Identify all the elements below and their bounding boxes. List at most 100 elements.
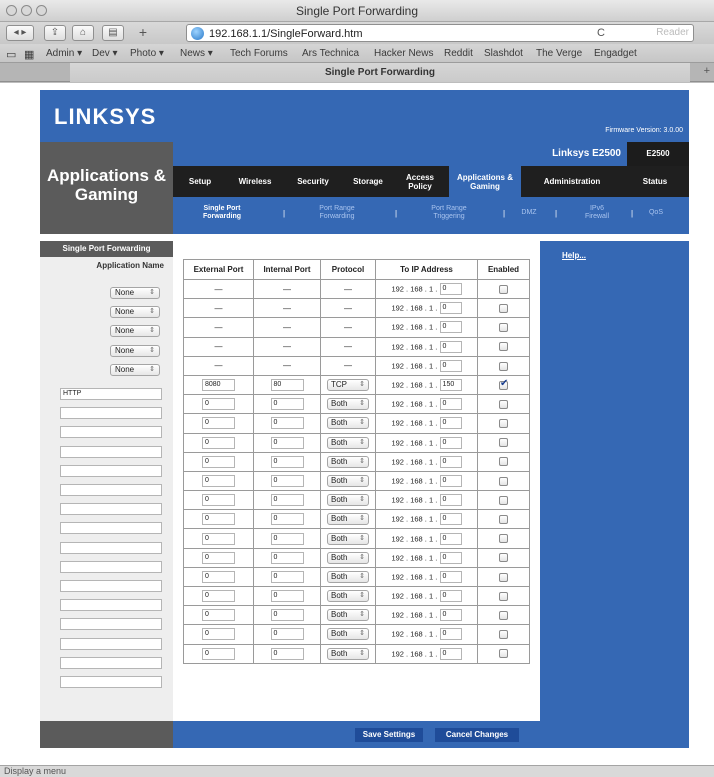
internal-port-input[interactable]: 0 bbox=[270, 532, 304, 545]
app-name-field[interactable]: HTTP bbox=[60, 388, 162, 400]
app-select[interactable]: None ⇕ bbox=[110, 325, 160, 337]
bookmark-the-verge[interactable]: The Verge bbox=[536, 48, 582, 59]
share-icon[interactable]: ⇪ bbox=[44, 25, 66, 41]
app-name-field[interactable] bbox=[60, 446, 162, 458]
bookmark-photo[interactable]: Photo ▾ bbox=[130, 48, 164, 59]
new-tab-button[interactable]: + bbox=[704, 65, 710, 77]
subtab-port-range-forwarding[interactable]: Port Range Forwarding bbox=[307, 205, 367, 221]
subtab-port-range-triggering[interactable]: Port Range Triggering bbox=[419, 205, 479, 221]
enabled-checkbox[interactable] bbox=[499, 553, 508, 563]
app-select[interactable]: None ⇕ bbox=[110, 306, 160, 318]
tab-wireless[interactable]: Wireless bbox=[229, 166, 281, 197]
internal-port-input[interactable]: 80 bbox=[270, 379, 304, 392]
reload-icon[interactable]: C bbox=[597, 27, 605, 39]
ip-last-octet[interactable]: 0 bbox=[439, 283, 462, 296]
ip-last-octet[interactable]: 0 bbox=[439, 398, 462, 411]
external-port-input[interactable]: 0 bbox=[202, 398, 235, 411]
ip-last-octet[interactable]: 0 bbox=[439, 474, 462, 487]
enabled-checkbox[interactable] bbox=[499, 438, 508, 448]
internal-port-input[interactable]: 0 bbox=[270, 551, 304, 564]
internal-port-input[interactable]: 0 bbox=[270, 494, 304, 507]
enabled-checkbox[interactable] bbox=[499, 476, 508, 486]
save-settings-button[interactable]: Save Settings bbox=[355, 728, 423, 742]
reader-button[interactable]: Reader bbox=[656, 27, 689, 38]
tab-applications-gaming[interactable]: Applications & Gaming bbox=[449, 166, 521, 197]
app-name-field[interactable] bbox=[60, 503, 162, 515]
app-name-field[interactable] bbox=[60, 638, 162, 650]
external-port-input[interactable]: 8080 bbox=[202, 379, 235, 392]
tab-access-policy[interactable]: Access Policy bbox=[397, 166, 443, 197]
app-select[interactable]: None ⇕ bbox=[110, 287, 160, 299]
protocol-select[interactable]: Both ⇕ bbox=[327, 570, 369, 583]
external-port-input[interactable]: 0 bbox=[202, 494, 235, 507]
bookmark-dev[interactable]: Dev ▾ bbox=[92, 48, 118, 59]
app-name-field[interactable] bbox=[60, 561, 162, 573]
tab-setup[interactable]: Setup bbox=[177, 166, 223, 197]
internal-port-input[interactable]: 0 bbox=[270, 628, 304, 641]
tab-status[interactable]: Status bbox=[625, 166, 685, 197]
app-name-field[interactable] bbox=[60, 599, 162, 611]
subtab-dmz[interactable]: DMZ bbox=[517, 209, 541, 217]
app-name-field[interactable] bbox=[60, 676, 162, 688]
protocol-select[interactable]: Both ⇕ bbox=[327, 513, 369, 526]
protocol-select[interactable]: Both ⇕ bbox=[327, 474, 369, 487]
protocol-select[interactable]: Both ⇕ bbox=[327, 551, 369, 564]
enabled-checkbox[interactable] bbox=[499, 419, 508, 429]
history-icon[interactable]: ▤ bbox=[102, 25, 124, 41]
protocol-select[interactable]: Both ⇕ bbox=[327, 628, 369, 641]
top-sites-icon[interactable]: ▦ bbox=[24, 48, 34, 61]
bookmark-tech-forums[interactable]: Tech Forums bbox=[230, 48, 288, 59]
ip-last-octet[interactable]: 0 bbox=[439, 628, 462, 641]
ip-last-octet[interactable]: 0 bbox=[439, 513, 462, 526]
external-port-input[interactable]: 0 bbox=[202, 609, 235, 622]
ip-last-octet[interactable]: 0 bbox=[439, 455, 462, 468]
app-name-field[interactable] bbox=[60, 426, 162, 438]
app-name-field[interactable] bbox=[60, 657, 162, 669]
protocol-select[interactable]: Both ⇕ bbox=[327, 532, 369, 545]
bookmark-slashdot[interactable]: Slashdot bbox=[484, 48, 523, 59]
enabled-checkbox[interactable] bbox=[499, 378, 508, 390]
internal-port-input[interactable]: 0 bbox=[270, 647, 304, 660]
enabled-checkbox[interactable] bbox=[499, 457, 508, 467]
enabled-checkbox[interactable] bbox=[499, 572, 508, 582]
bookmark-reddit[interactable]: Reddit bbox=[444, 48, 473, 59]
protocol-select[interactable]: TCP ⇕ bbox=[327, 379, 369, 392]
enabled-checkbox[interactable] bbox=[499, 649, 508, 659]
internal-port-input[interactable]: 0 bbox=[270, 590, 304, 603]
app-select[interactable]: None ⇕ bbox=[110, 345, 160, 357]
subtab-single-port-forwarding[interactable]: Single Port Forwarding bbox=[195, 205, 249, 221]
enabled-checkbox[interactable] bbox=[499, 630, 508, 640]
bookmark-admin[interactable]: Admin ▾ bbox=[46, 48, 82, 59]
add-bookmark-icon[interactable]: + bbox=[132, 25, 154, 41]
ip-last-octet[interactable]: 0 bbox=[439, 436, 462, 449]
app-name-field[interactable] bbox=[60, 407, 162, 419]
enabled-checkbox[interactable] bbox=[499, 591, 508, 601]
internal-port-input[interactable]: 0 bbox=[270, 455, 304, 468]
app-name-field[interactable] bbox=[60, 542, 162, 554]
external-port-input[interactable]: 0 bbox=[202, 551, 235, 564]
subtab-qos[interactable]: QoS bbox=[645, 209, 667, 217]
external-port-input[interactable]: 0 bbox=[202, 628, 235, 641]
protocol-select[interactable]: Both ⇕ bbox=[327, 398, 369, 411]
ip-last-octet[interactable]: 0 bbox=[439, 551, 462, 564]
app-name-field[interactable] bbox=[60, 522, 162, 534]
reading-list-icon[interactable]: ▭ bbox=[6, 48, 16, 61]
tab-security[interactable]: Security bbox=[287, 166, 339, 197]
ip-last-octet[interactable]: 0 bbox=[439, 647, 462, 660]
external-port-input[interactable]: 0 bbox=[202, 532, 235, 545]
ip-last-octet[interactable]: 0 bbox=[439, 359, 462, 372]
protocol-select[interactable]: Both ⇕ bbox=[327, 647, 369, 660]
protocol-select[interactable]: Both ⇕ bbox=[327, 494, 369, 507]
ip-last-octet[interactable]: 150 bbox=[439, 379, 462, 392]
enabled-checkbox[interactable] bbox=[499, 515, 508, 525]
enabled-checkbox[interactable] bbox=[499, 342, 508, 352]
external-port-input[interactable]: 0 bbox=[202, 513, 235, 526]
protocol-select[interactable]: Both ⇕ bbox=[327, 417, 369, 430]
ip-last-octet[interactable]: 0 bbox=[439, 417, 462, 430]
enabled-checkbox[interactable] bbox=[499, 323, 508, 333]
subtab-ipv6-firewall[interactable]: IPv6 Firewall bbox=[577, 205, 617, 221]
bookmark-ars-technica[interactable]: Ars Technica bbox=[302, 48, 359, 59]
enabled-checkbox[interactable] bbox=[499, 284, 508, 294]
external-port-input[interactable]: 0 bbox=[202, 417, 235, 430]
ip-last-octet[interactable]: 0 bbox=[439, 570, 462, 583]
